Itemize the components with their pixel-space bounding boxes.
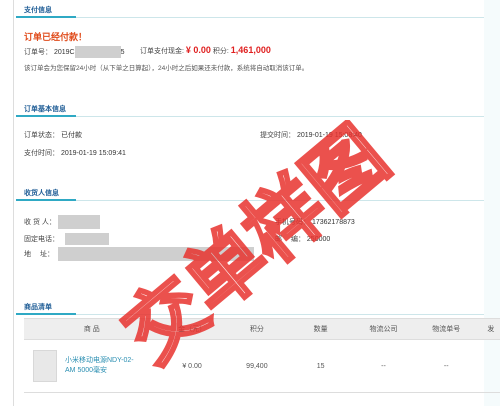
row-logistics: -- [352,339,415,393]
order-number-end: 5 [120,48,125,56]
submit-time-row: 提交时间： 2019-01-19 15:08:40 [260,130,362,140]
order-detail-page: 支付信息 订单已经付款！ 订单号： 2019C 5 订单支付现金: ¥ 0.00 … [0,0,500,406]
left-border [13,0,14,406]
receiver-title: 收货人信息 [24,190,59,197]
order-number-row: 订单号： 2019C 5 [24,46,125,58]
col-tracking: 物流单号 [414,318,478,340]
row-quantity: 15 [289,339,353,393]
order-number-label: 订单号： [24,48,52,56]
postcode-row: 邮 编： 250000 [275,234,330,244]
pay-time-row: 支付时间： 2019-01-19 15:09:41 [24,148,126,158]
row-ship [477,339,500,393]
points-value: 1,461,000 [230,45,271,55]
col-logistics: 物流公司 [352,318,415,340]
receiver-name-row: 收 货 人： [24,215,100,229]
order-status-label: 订单状态： [24,132,59,139]
order-status-value: 已付款 [60,132,82,139]
row-price: ¥ 0.00 [159,339,225,393]
goods-header-row: 商 品 金（元） 积分 数量 物流公司 物流单号 发 [24,318,500,340]
product-cell: 小米移动电源NDY-02-AM 5000毫安 [24,339,160,393]
fixed-phone-label: 固定电话： [24,235,59,243]
payment-status: 订单已经付款！ [24,32,88,42]
col-product: 商 品 [24,318,160,340]
order-number-redacted [74,46,121,58]
goods-rule [16,313,484,315]
row-points: 99,400 [224,339,290,393]
total-value: ¥ 0.00 [185,45,211,55]
receiver-name-redacted [57,215,100,229]
receiver-rule [16,199,484,201]
product-thumbnail[interactable] [33,350,57,382]
submit-time-value: 2019-01-19 15:08:40 [296,132,362,139]
phone-value: 17362178873 [311,219,355,226]
address-label: 地 址： [24,250,54,258]
goods-table: 商 品 金（元） 积分 数量 物流公司 物流单号 发 小米移动电源NDY-02-… [24,318,500,393]
order-info-title: 订单基本信息 [24,106,66,113]
pay-time-value: 2019-01-19 15:09:41 [60,150,126,157]
fixed-phone-row: 固定电话： [24,233,109,245]
goods-title: 商品清单 [24,304,52,311]
table-row: 小米移动电源NDY-02-AM 5000毫安 ¥ 0.00 99,400 15 … [24,339,500,393]
col-quantity: 数量 [289,318,353,340]
col-points: 积分 [224,318,290,340]
product-name-link[interactable]: 小米移动电源NDY-02-AM 5000毫安 [65,356,135,376]
payment-section-rule [16,16,484,18]
pay-time-label: 支付时间： [24,150,59,157]
phone-row: 手机号码： 17362178873 [275,217,355,227]
col-amount: 金（元） [159,318,225,340]
submit-time-label: 提交时间： [260,132,295,139]
payment-section-title: 支付信息 [24,7,52,14]
order-number-start: 2019C [53,48,75,56]
col-ship: 发 [477,318,500,340]
receiver-name-label: 收 货 人： [24,218,56,226]
order-info-rule [16,115,484,117]
row-tracking: -- [414,339,478,393]
address-redacted [57,247,254,261]
postcode-label: 邮 编： [275,236,305,243]
order-total-row: 订单支付现金: ¥ 0.00 积分: 1,461,000 [140,45,271,56]
total-label: 订单支付现金: [140,48,184,55]
address-row: 地 址： [24,247,254,261]
phone-label: 手机号码： [275,219,310,226]
points-label: 积分: [212,48,229,55]
payment-note: 该订单会为您保留24小时（从下单之日算起），24小时之后如果还未付款，系统将自动… [24,65,309,72]
postcode-value: 250000 [306,236,331,243]
order-status-row: 订单状态： 已付款 [24,130,82,140]
fixed-phone-redacted [64,233,109,245]
